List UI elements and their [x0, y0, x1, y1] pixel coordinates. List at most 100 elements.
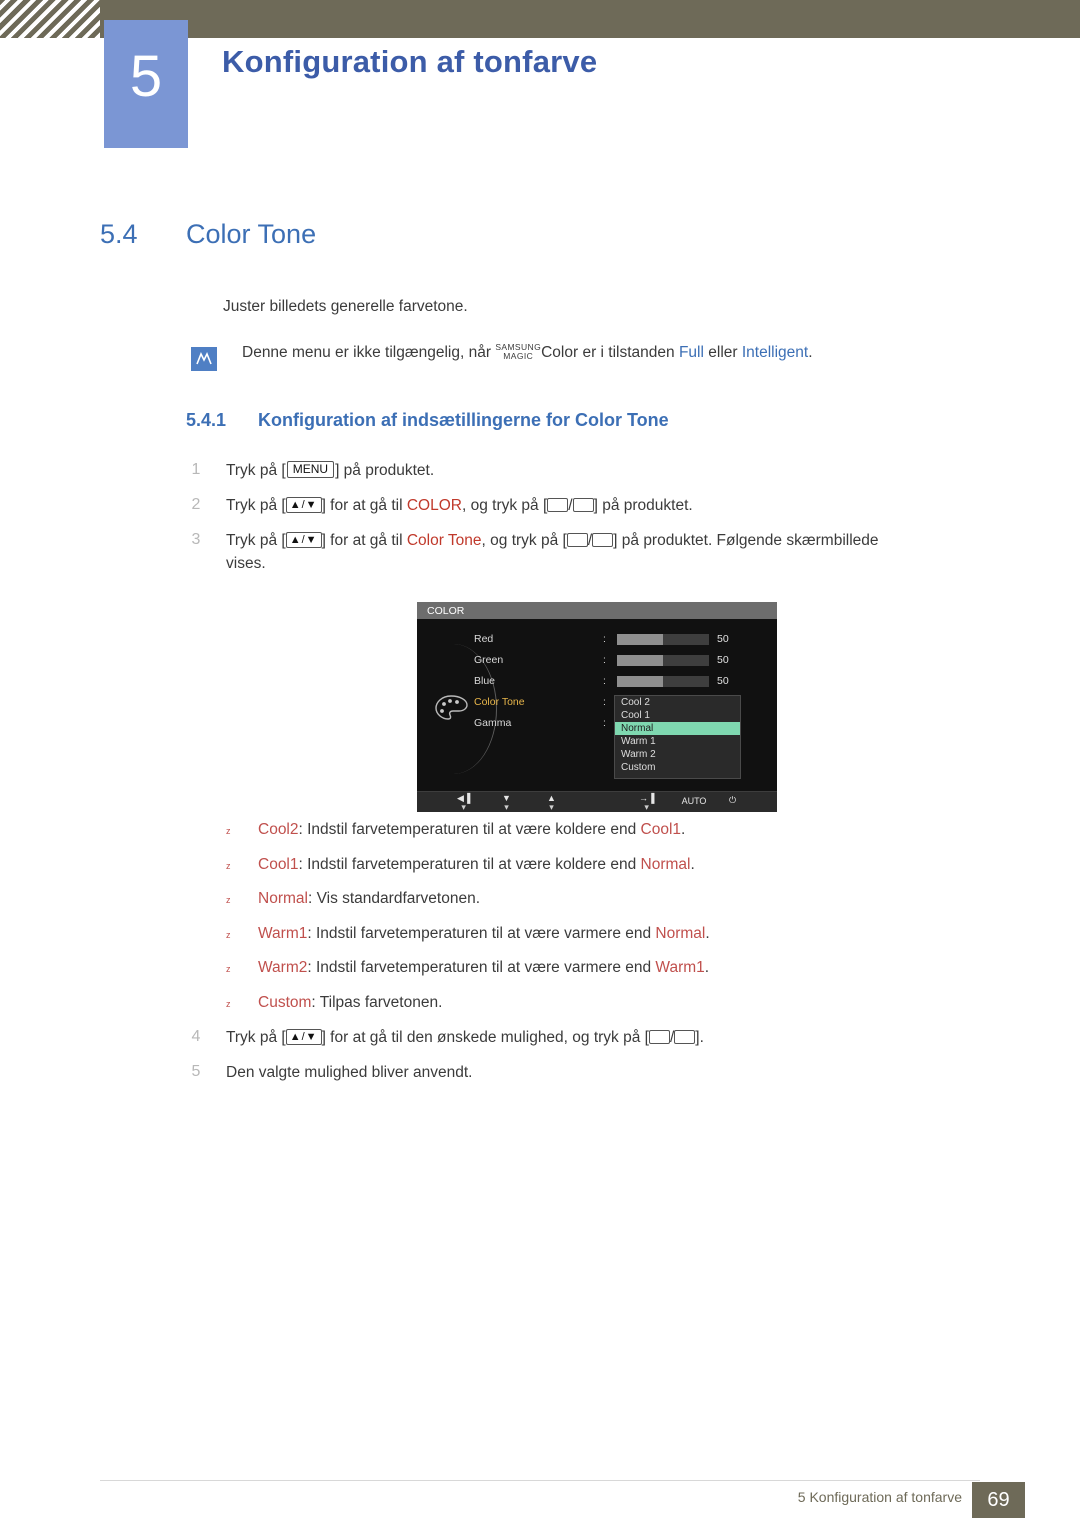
bullet-ref-normal-2: Normal	[655, 925, 706, 942]
bullet-text-normal: : Vis standardfarvetonen.	[307, 890, 480, 907]
bullet-ref-normal-1: Normal	[640, 856, 691, 873]
osd-body: Red : 50 Green : 50 Blue : 50 Color Tone…	[417, 619, 777, 791]
bullet-item-normal: Normal: Vis standardfarvetonen.	[258, 890, 480, 908]
bullet-item-warm1: Warm1: Indstil farvetemperaturen til at …	[258, 925, 710, 943]
step-1-text: Tryk på [MENU] på produktet.	[226, 461, 435, 480]
note-text-middle: er i tilstanden	[582, 344, 675, 362]
note-text-end: .	[808, 344, 813, 362]
osd-option-custom[interactable]: Custom	[615, 761, 740, 774]
osd-option-normal[interactable]: Normal	[615, 722, 740, 735]
osd-screenshot: COLOR Red : 50 Green : 50 Blue : 50 Colo…	[417, 602, 777, 812]
bullet-keyword-warm2: Warm2	[258, 959, 308, 976]
updown-arrow-key-3: ▲/▼	[285, 1028, 322, 1045]
step-number-4: 4	[191, 1028, 201, 1045]
osd-option-cool1[interactable]: Cool 1	[615, 709, 740, 722]
bullet-keyword-normal: Normal	[258, 890, 308, 907]
bullet-keyword-warm1: Warm1	[258, 925, 308, 942]
bullet-text-custom: : Tilpas farvetonen.	[311, 994, 443, 1011]
osd-option-cool2[interactable]: Cool 2	[615, 696, 740, 709]
osd-footer-power-icon[interactable]: ⏻	[729, 796, 736, 805]
bullet-ref-cool1: Cool1	[640, 821, 682, 838]
footer-chapter-text: 5 Konfiguration af tonfarve	[797, 1489, 962, 1505]
osd-footer-auto-button[interactable]: AUTO	[669, 797, 719, 806]
bullet-text-cool2: : Indstil farvetemperaturen til at være …	[298, 821, 637, 838]
bullet-marker-5: z	[226, 964, 231, 974]
osd-option-warm1[interactable]: Warm 1	[615, 735, 740, 748]
step-4-text: Tryk på [▲/▼] for at gå til den ønskede …	[226, 1028, 704, 1047]
step-3-before: Tryk på [	[226, 532, 286, 549]
enter-key-icon	[572, 497, 594, 512]
osd-bar-fill-green	[617, 655, 663, 666]
step-3-line2: vises.	[226, 555, 266, 572]
osd-value-blue: 50	[717, 675, 729, 687]
step-2-slash: /	[568, 497, 573, 514]
osd-value-green: 50	[717, 654, 729, 666]
bullet-ref-warm1: Warm1	[655, 959, 705, 976]
step-5-text: Den valgte mulighed bliver anvendt.	[226, 1064, 473, 1081]
step-2-mid2: , og tryk på [	[461, 497, 548, 514]
bullet-keyword-cool2: Cool2	[258, 821, 299, 838]
osd-back-dash: ▾	[461, 802, 466, 812]
step-2-text: Tryk på [▲/▼] for at gå til COLOR, og tr…	[226, 496, 693, 515]
bullet-end-warm2: .	[704, 959, 710, 976]
step-1-part-3: ] på produktet.	[335, 462, 435, 479]
enter-key-icon-3	[674, 1029, 696, 1044]
osd-row-label-gamma: Gamma	[474, 717, 512, 729]
osd-footer-enter-icon[interactable]: →▐ ▾	[639, 794, 654, 812]
bullet-text-cool1: : Indstil farvetemperaturen til at være …	[298, 856, 637, 873]
bullet-end-warm1: .	[705, 925, 710, 942]
bullet-item-cool1: Cool1: Indstil farvetemperaturen til at …	[258, 856, 695, 874]
osd-row-label-red: Red	[474, 633, 494, 645]
bullet-end-cool2: .	[681, 821, 686, 838]
step-3-keyword-colortone: Color Tone	[406, 532, 482, 549]
step-3-after: ] på produktet. Følgende skærmbillede	[613, 532, 879, 549]
note-text-before: Denne menu er ikke tilgængelig, når	[242, 344, 491, 362]
osd-footer-bar: ◀▐ ▾ ▼ ▾ ▲ ▾ →▐ ▾ AUTO ⏻	[417, 791, 777, 812]
footer-divider	[100, 1480, 980, 1481]
magic-color-word: Color	[541, 344, 579, 362]
step-4-after: ].	[695, 1029, 704, 1046]
header-hatch-decoration	[0, 0, 100, 38]
step-4-before: Tryk på [	[226, 1029, 286, 1046]
step-3-mid2: , og tryk på [	[481, 532, 567, 549]
osd-footer-down-icon[interactable]: ▼ ▾	[502, 794, 511, 812]
osd-title: COLOR	[417, 602, 777, 619]
bullet-text-warm2: : Indstil farvetemperaturen til at være …	[307, 959, 652, 976]
bullet-item-cool2: Cool2: Indstil farvetemperaturen til at …	[258, 821, 685, 839]
osd-colon-colortone: :	[603, 696, 606, 708]
bullet-marker-6: z	[226, 999, 231, 1009]
osd-footer-back-icon[interactable]: ◀▐ ▾	[457, 794, 470, 812]
samsung-magic-logo: SAMSUNG MAGIC	[495, 343, 541, 361]
updown-arrow-key: ▲/▼	[285, 496, 322, 513]
step-3-text: Tryk på [▲/▼] for at gå til Color Tone, …	[226, 531, 986, 573]
osd-colon-blue: :	[603, 675, 606, 687]
chapter-number: 5	[129, 44, 163, 109]
osd-bar-fill-red	[617, 634, 663, 645]
step-3-mid1: ] for at gå til	[321, 532, 403, 549]
magic-line-2: MAGIC	[503, 350, 534, 361]
osd-footer-up-icon[interactable]: ▲ ▾	[547, 794, 556, 812]
chapter-title: Konfiguration af tonfarve	[222, 44, 598, 79]
osd-enter-dash: ▾	[644, 802, 649, 812]
bullet-marker-3: z	[226, 895, 231, 905]
chapter-number-box: 5	[104, 20, 188, 148]
osd-auto-label: AUTO	[681, 796, 707, 806]
section-intro-text: Juster billedets generelle farvetone.	[223, 298, 468, 315]
note-option-full: Full	[678, 344, 704, 362]
note-text-or: eller	[708, 344, 738, 362]
osd-option-warm2[interactable]: Warm 2	[615, 748, 740, 761]
osd-value-red: 50	[717, 633, 729, 645]
step-number-5: 5	[191, 1063, 201, 1080]
enter-key-icon-2	[592, 532, 614, 547]
osd-bar-fill-blue	[617, 676, 663, 687]
bullet-item-custom: Custom: Tilpas farvetonen.	[258, 994, 442, 1012]
bullet-keyword-custom: Custom	[258, 994, 312, 1011]
step-number-3: 3	[191, 531, 201, 548]
footer-page-number: 69	[972, 1482, 1025, 1518]
osd-colortone-dropdown[interactable]: Cool 2 Cool 1 Normal Warm 1 Warm 2 Custo…	[614, 695, 741, 779]
osd-row-label-colortone: Color Tone	[474, 696, 525, 708]
left-key-icon	[547, 497, 569, 512]
palette-icon	[435, 695, 469, 721]
osd-row-label-blue: Blue	[474, 675, 496, 687]
note-option-intelligent: Intelligent	[741, 344, 809, 362]
